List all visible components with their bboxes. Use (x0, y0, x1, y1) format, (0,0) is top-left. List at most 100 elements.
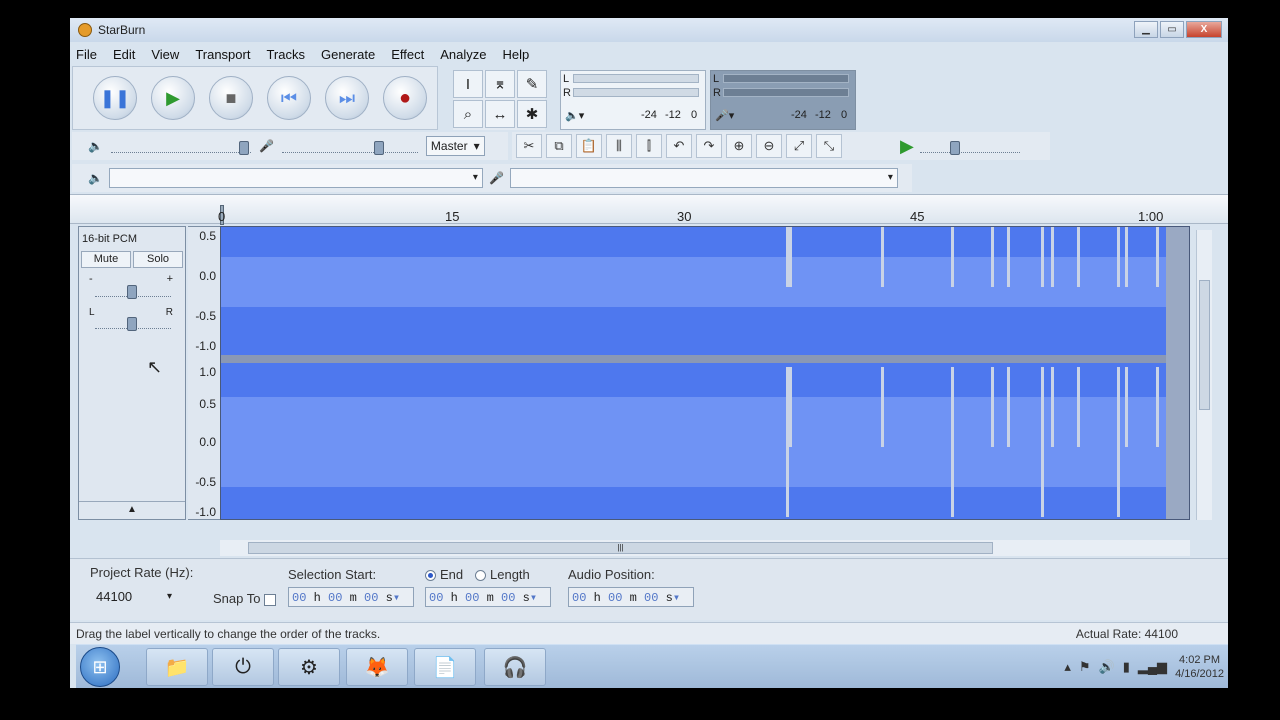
firefox-taskbar-icon[interactable]: 🦊 (346, 648, 408, 686)
gain-knob[interactable] (127, 285, 137, 299)
envelope-tool-icon[interactable]: ⌆ (485, 70, 515, 98)
scale-bottom-m10: -1.0 (195, 505, 216, 519)
selection-tool-icon[interactable]: I (453, 70, 483, 98)
paste-icon[interactable]: 📋 (576, 134, 602, 158)
length-radio[interactable] (475, 570, 486, 582)
silence-spike (1051, 227, 1054, 287)
time-shift-tool-icon[interactable]: ↔ (485, 100, 515, 128)
selection-start-time[interactable]: 00 h 00 m 00 s▾ (288, 587, 414, 607)
track-end-region (1166, 227, 1189, 519)
meter-left-label: L (563, 73, 570, 85)
menu-view[interactable]: View (151, 47, 179, 62)
input-device-select[interactable]: ▾ (509, 168, 898, 188)
meter-scale-24: -24 (641, 109, 657, 121)
zoom-tool-icon[interactable]: ⌕ (453, 100, 483, 128)
clock[interactable]: 4:02 PM 4/16/2012 (1175, 653, 1224, 681)
audio-editor-taskbar-icon[interactable]: 🎧 (484, 648, 546, 686)
gain-slider[interactable] (95, 283, 171, 299)
end-radio[interactable] (425, 570, 436, 582)
audio-position-time[interactable]: 00 h 00 m 00 s▾ (568, 587, 694, 607)
input-device-icon: 🎤 (488, 171, 504, 185)
volume-icon[interactable]: 🔊 (1099, 659, 1115, 675)
explorer-taskbar-icon[interactable]: 📁 (146, 648, 208, 686)
horizontal-scroll-thumb[interactable]: ||| (248, 542, 993, 554)
play-speed-slider[interactable] (919, 139, 1020, 155)
undo-icon[interactable]: ↶ (666, 134, 692, 158)
pos-h-unit: h (593, 591, 601, 605)
menu-tracks[interactable]: Tracks (266, 47, 305, 62)
menu-transport[interactable]: Transport (195, 47, 250, 62)
play-at-speed-icon[interactable]: ▶ (900, 136, 914, 157)
flag-icon[interactable]: ⚑ (1079, 659, 1091, 675)
track-control-panel[interactable]: 16-bit PCM Mute Solo - + L R ↖ ▲ (78, 226, 186, 520)
pan-left-label: L (89, 307, 95, 318)
settings-taskbar-icon[interactable]: ⚙ (278, 648, 340, 686)
multi-tool-icon[interactable]: ✱ (517, 100, 547, 128)
menu-file[interactable]: File (76, 47, 97, 62)
vertical-scrollbar[interactable] (1196, 230, 1212, 520)
right-channel-rms (221, 397, 1171, 487)
silence-icon[interactable]: ⫿ (636, 134, 662, 158)
notepad-taskbar-icon[interactable]: 📄 (414, 648, 476, 686)
output-volume-knob[interactable] (238, 141, 249, 155)
copy-icon[interactable]: ⧉ (546, 134, 572, 158)
waveform-display[interactable] (220, 226, 1190, 520)
project-rate-select[interactable]: 44100 ▾ (90, 587, 176, 607)
zoom-out-icon[interactable]: ⊖ (756, 134, 782, 158)
timeline-ruler[interactable]: 0 15 30 45 1:00 (70, 194, 1228, 225)
zoom-in-icon[interactable]: ⊕ (726, 134, 752, 158)
pan-knob[interactable] (127, 317, 137, 331)
length-radio-label[interactable]: Length (475, 567, 530, 582)
scale-top-00: 0.0 (199, 269, 216, 283)
snap-to-checkbox[interactable] (264, 593, 277, 606)
skip-to-end-button[interactable]: ⏭ (325, 76, 369, 120)
battery-icon[interactable]: ▮ (1123, 659, 1130, 675)
stop-button[interactable]: ■ (209, 76, 253, 120)
vertical-scroll-thumb[interactable] (1199, 280, 1210, 410)
pan-slider[interactable] (95, 315, 171, 331)
horizontal-scrollbar[interactable]: ||| (220, 540, 1190, 556)
input-source-value: Master (430, 139, 468, 153)
trim-icon[interactable]: ⫼ (606, 134, 632, 158)
windows-taskbar: ⊞ 📁 ⏻ ⚙ 🦊 📄 🎧 ▴ ⚑ 🔊 ▮ ▂▄▆ 4:02 PM 4/16/2… (76, 644, 1228, 688)
solo-button[interactable]: Solo (133, 251, 183, 268)
menu-generate[interactable]: Generate (321, 47, 375, 62)
input-source-select[interactable]: Master ▾ (425, 136, 485, 156)
playback-meter[interactable]: L R 🔈▾ -24 -12 0 (560, 70, 706, 130)
play-speed-knob[interactable] (949, 141, 960, 155)
redo-icon[interactable]: ↷ (696, 134, 722, 158)
input-volume-slider[interactable] (281, 139, 418, 155)
end-s-unit: s (522, 591, 530, 605)
app-window: StarBurn ▁ ▭ X File Edit View Transport … (70, 18, 1228, 688)
end-text: End (440, 567, 464, 582)
collapse-track-button[interactable]: ▲ (79, 501, 185, 519)
toggle-taskbar-icon[interactable]: ⏻ (212, 648, 274, 686)
output-volume-slider[interactable] (110, 139, 251, 155)
fit-project-icon[interactable]: ⤡ (816, 134, 842, 158)
play-button[interactable]: ▶ (151, 76, 195, 120)
selection-end-time[interactable]: 00 h 00 m 00 s▾ (425, 587, 551, 607)
minimize-button[interactable]: ▁ (1134, 21, 1158, 38)
end-radio-label[interactable]: End (425, 567, 463, 582)
rec-meter-right-label: R (713, 87, 721, 99)
menu-analyze[interactable]: Analyze (440, 47, 486, 62)
start-button[interactable]: ⊞ (80, 647, 120, 687)
close-button[interactable]: X (1186, 21, 1222, 38)
tray-expand-icon[interactable]: ▴ (1064, 659, 1071, 675)
record-button[interactable]: ● (383, 76, 427, 120)
pause-button[interactable]: ❚❚ (93, 76, 137, 120)
menu-effect[interactable]: Effect (391, 47, 424, 62)
menu-help[interactable]: Help (502, 47, 529, 62)
record-meter[interactable]: L R 🎤▾ -24 -12 0 (710, 70, 856, 130)
output-device-select[interactable]: ▾ (108, 168, 483, 188)
cut-icon[interactable]: ✂ (516, 134, 542, 158)
draw-tool-icon[interactable]: ✎ (517, 70, 547, 98)
network-icon[interactable]: ▂▄▆ (1138, 659, 1167, 675)
rec-meter-right-bar (723, 88, 849, 97)
fit-selection-icon[interactable]: ⤢ (786, 134, 812, 158)
input-volume-knob[interactable] (373, 141, 384, 155)
menu-edit[interactable]: Edit (113, 47, 135, 62)
skip-to-start-button[interactable]: ⏮ (267, 76, 311, 120)
mute-button[interactable]: Mute (81, 251, 131, 268)
maximize-button[interactable]: ▭ (1160, 21, 1184, 38)
